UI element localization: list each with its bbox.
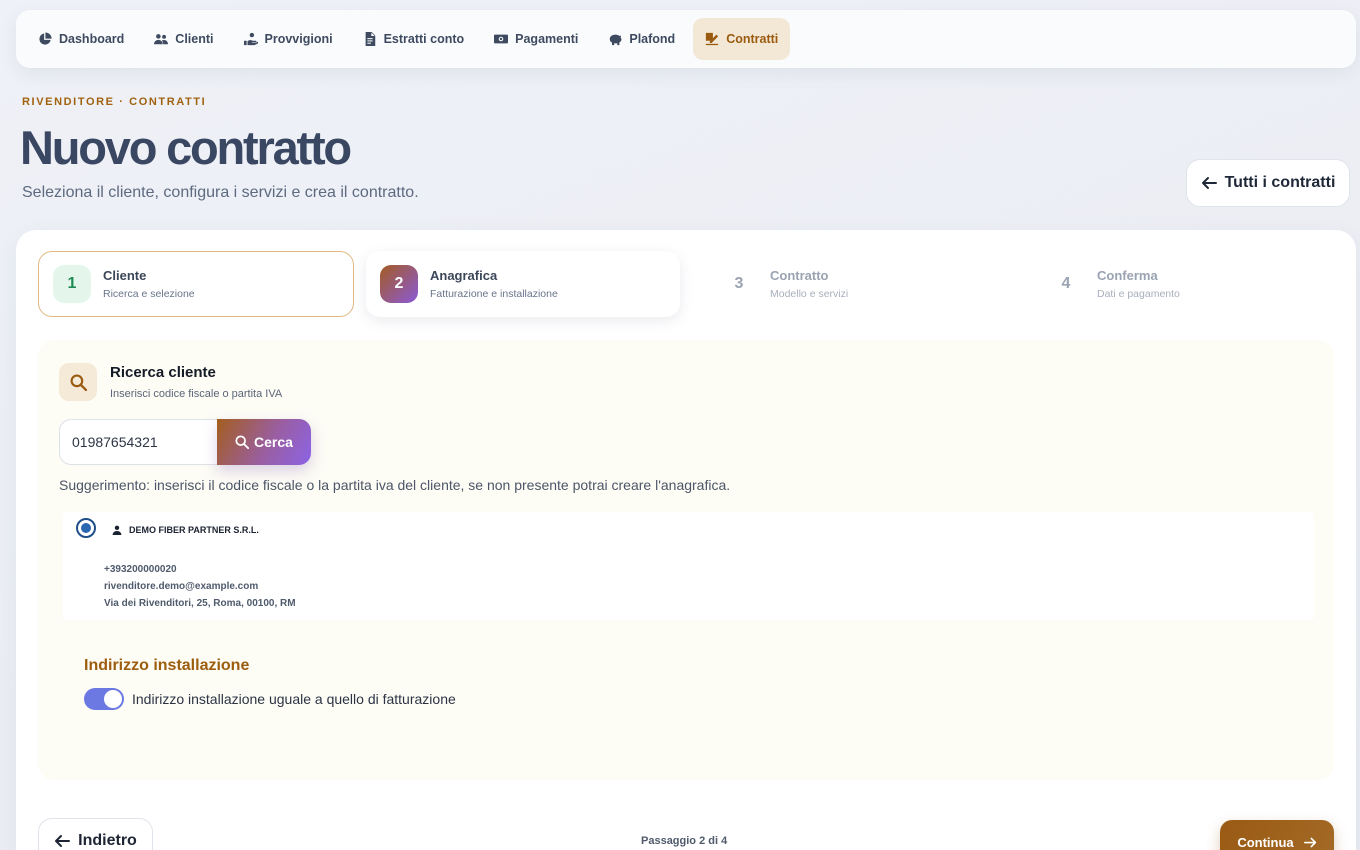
back-button[interactable]: Indietro: [38, 818, 153, 850]
same-address-toggle[interactable]: [84, 688, 124, 710]
search-icon: [70, 374, 87, 391]
nav-label: Provvigioni: [264, 32, 333, 46]
search-hint: Suggerimento: inserisci il codice fiscal…: [59, 477, 731, 493]
back-label: Indietro: [78, 832, 137, 849]
step-contratto[interactable]: 3 Contratto Modello e servizi: [706, 251, 1006, 317]
search-input[interactable]: [59, 419, 217, 465]
pie-chart-icon: [39, 32, 52, 45]
toggle-knob: [104, 690, 122, 708]
step-title: Conferma: [1097, 268, 1158, 283]
nav-label: Contratti: [726, 32, 779, 46]
continue-label: Continua: [1237, 834, 1294, 850]
search-subtitle: Inserisci codice fiscale o partita IVA: [110, 388, 283, 400]
arrow-left-icon: [1201, 177, 1217, 189]
piggy-bank-icon: [610, 34, 622, 46]
step-description: Modello e servizi: [770, 288, 849, 300]
signature-icon: [706, 32, 719, 46]
page-title: Nuovo contratto: [20, 121, 352, 174]
all-contracts-label: Tutti i contratti: [1224, 174, 1336, 191]
step-counter: Passaggio 2 di 4: [641, 835, 728, 847]
client-name-text: DEMO FIBER PARTNER S.R.L.: [129, 525, 259, 535]
search-icon: [235, 435, 250, 449]
nav-label: Estratti conto: [383, 32, 465, 46]
nav-item-contratti[interactable]: Contratti: [693, 18, 791, 60]
top-nav: Dashboard Clienti Provvigioni Estratti c…: [16, 10, 1356, 68]
same-address-label: Indirizzo installazione uguale a quello …: [132, 691, 456, 707]
client-phone: +393200000020: [104, 564, 177, 575]
client-search-panel: Ricerca cliente Inserisci codice fiscale…: [38, 340, 1334, 780]
step-description: Ricerca e selezione: [103, 288, 195, 300]
users-icon: [154, 34, 169, 45]
search-icon-badge: [59, 363, 97, 401]
nav-item-clienti[interactable]: Clienti: [142, 18, 225, 60]
step-description: Fatturazione e installazione: [430, 288, 558, 300]
arrow-left-icon: [55, 835, 71, 847]
radio-selected-dot: [81, 523, 91, 533]
nav-label: Clienti: [175, 32, 214, 46]
client-select-radio[interactable]: [76, 518, 96, 538]
client-email: rivenditore.demo@example.com: [104, 581, 259, 592]
client-name: DEMO FIBER PARTNER S.R.L.: [112, 525, 259, 535]
document-icon: [365, 32, 375, 46]
step-number: 4: [1061, 275, 1071, 292]
step-title: Contratto: [770, 268, 829, 283]
search-button[interactable]: Cerca: [217, 419, 311, 465]
wizard-card: 1 Cliente Ricerca e selezione 2 Anagrafi…: [16, 230, 1356, 850]
step-number: 1: [53, 265, 91, 303]
money-icon: [494, 34, 509, 44]
all-contracts-button[interactable]: Tutti i contratti: [1186, 159, 1350, 207]
user-icon: [112, 525, 122, 535]
step-anagrafica[interactable]: 2 Anagrafica Fatturazione e installazion…: [366, 251, 680, 317]
nav-item-pagamenti[interactable]: Pagamenti: [482, 18, 590, 60]
step-cliente[interactable]: 1 Cliente Ricerca e selezione: [38, 251, 354, 317]
search-title: Ricerca cliente: [110, 364, 216, 381]
client-result-card[interactable]: DEMO FIBER PARTNER S.R.L. +393200000020 …: [63, 512, 1314, 620]
client-address: Via dei Rivenditori, 25, Roma, 00100, RM: [104, 598, 296, 609]
nav-item-estratti-conto[interactable]: Estratti conto: [351, 18, 477, 60]
nav-item-dashboard[interactable]: Dashboard: [26, 18, 136, 60]
nav-label: Dashboard: [59, 32, 125, 46]
continue-button[interactable]: Continua: [1220, 820, 1334, 850]
nav-label: Plafond: [629, 32, 676, 46]
step-title: Cliente: [103, 268, 147, 283]
page-subtitle: Seleziona il cliente, configura i serviz…: [22, 184, 419, 201]
nav-label: Pagamenti: [515, 32, 579, 46]
search-button-label: Cerca: [254, 434, 293, 450]
step-title: Anagrafica: [430, 268, 498, 283]
hand-coin-icon: [243, 32, 258, 46]
step-description: Dati e pagamento: [1097, 288, 1180, 300]
install-section-title: Indirizzo installazione: [84, 657, 250, 674]
nav-item-provvigioni[interactable]: Provvigioni: [232, 18, 345, 60]
nav-item-plafond[interactable]: Plafond: [596, 18, 687, 60]
step-number: 2: [380, 265, 418, 303]
step-conferma[interactable]: 4 Conferma Dati e pagamento: [1033, 251, 1333, 317]
arrow-right-icon: [1303, 837, 1316, 847]
breadcrumb: RIVENDITORE · CONTRATTI: [22, 96, 207, 108]
step-number: 3: [734, 275, 744, 292]
